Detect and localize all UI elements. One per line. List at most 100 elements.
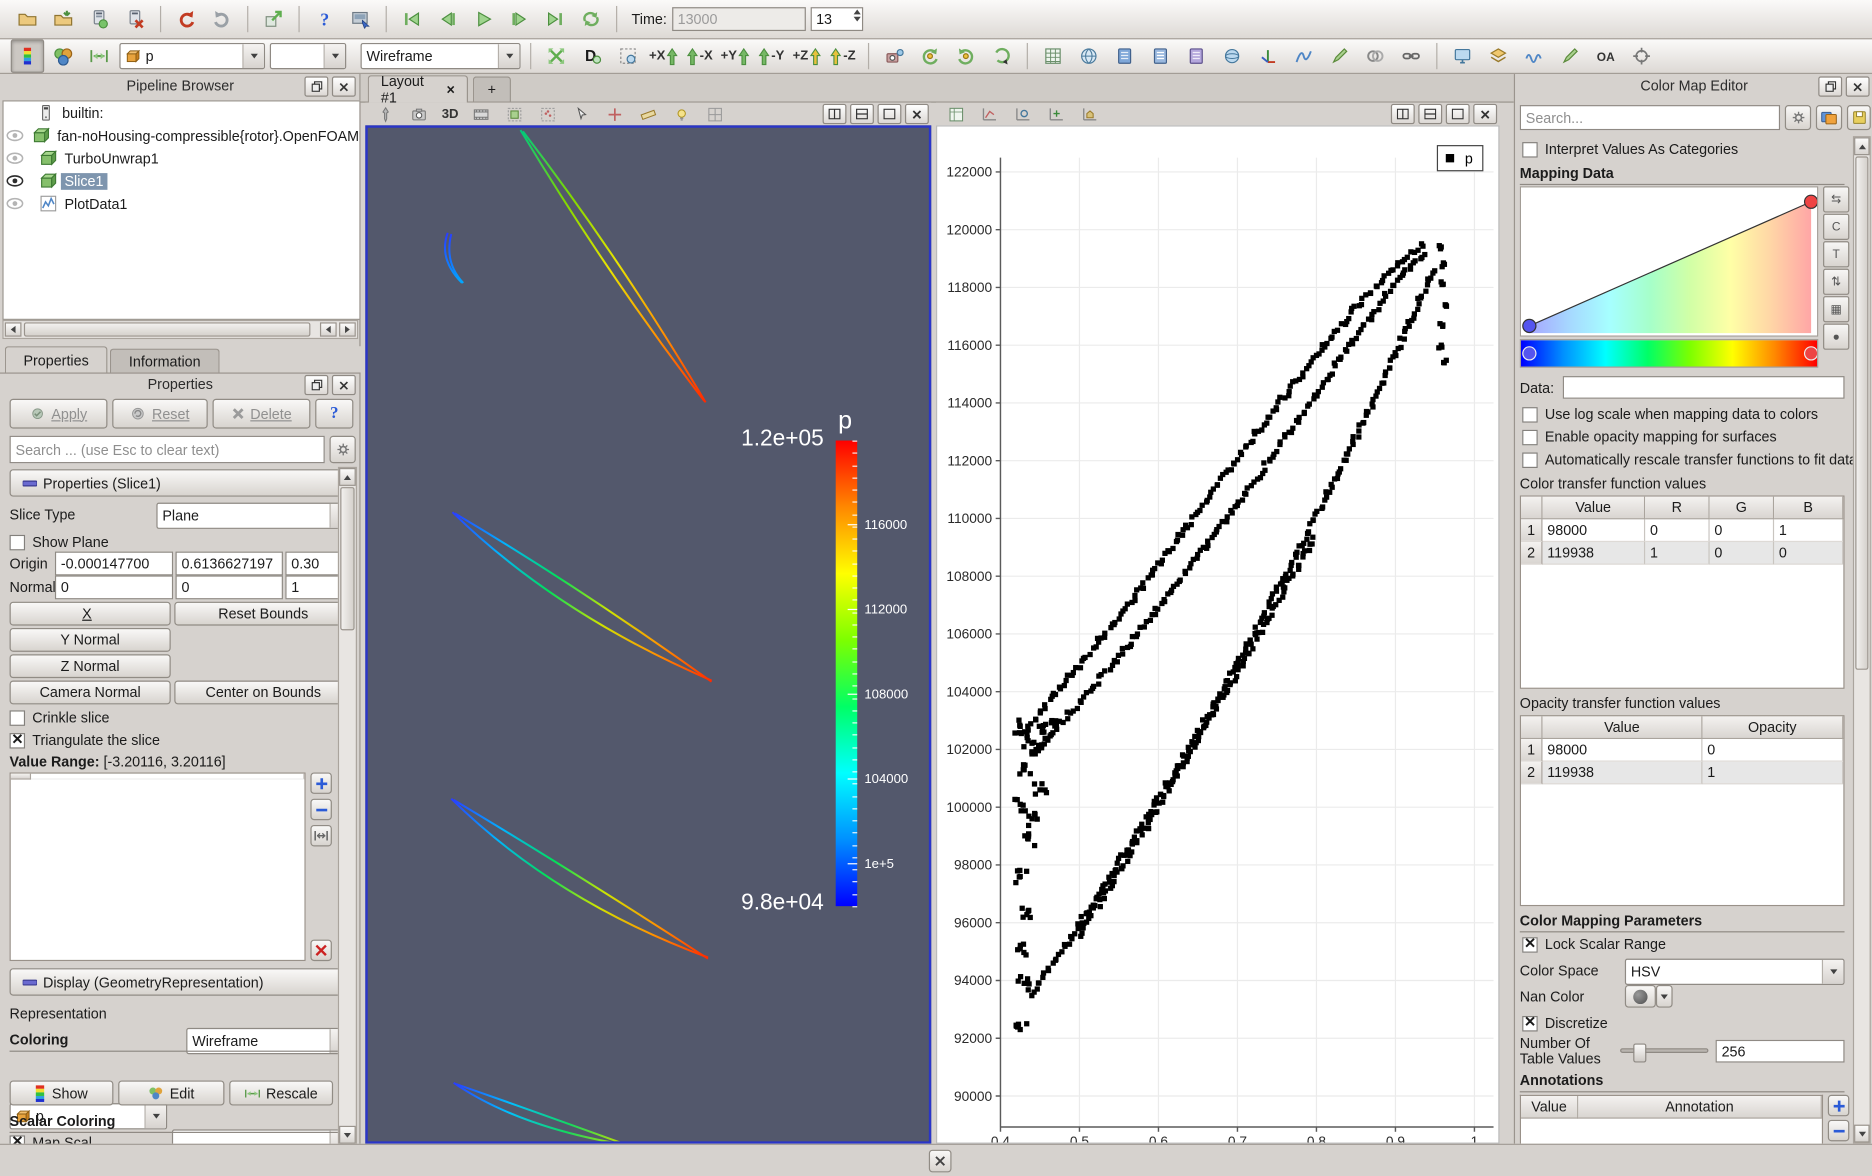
- undock-panel-button[interactable]: [304, 76, 328, 96]
- close-panel-button[interactable]: [332, 76, 356, 96]
- color-gradient-bar[interactable]: [1520, 339, 1818, 368]
- transfer-function-node[interactable]: [1805, 195, 1818, 208]
- connect-button[interactable]: [82, 2, 115, 35]
- book-panel-button-2[interactable]: [1144, 39, 1177, 72]
- column-header[interactable]: Opacity: [1702, 716, 1843, 739]
- table-cell[interactable]: 119938: [1542, 542, 1645, 565]
- pencil-button[interactable]: [1323, 39, 1356, 72]
- view3d-tool-4-button[interactable]: [567, 100, 596, 129]
- undo-button[interactable]: [170, 2, 203, 35]
- column-header[interactable]: Annotation: [1578, 1096, 1822, 1119]
- reset-button[interactable]: Reset: [112, 399, 208, 429]
- load-state-button[interactable]: [257, 2, 290, 35]
- view-minus-x-button[interactable]: -X: [683, 39, 716, 72]
- remove-annotation-button[interactable]: [1828, 1120, 1849, 1141]
- table-row[interactable]: 1980000: [1521, 739, 1843, 762]
- transfer-function-node[interactable]: [1523, 319, 1536, 332]
- table-cell[interactable]: 2: [1521, 762, 1542, 785]
- properties-scrollbar[interactable]: [338, 467, 357, 1144]
- link-button[interactable]: [1394, 39, 1427, 72]
- view3d-tool-1-button[interactable]: [467, 100, 496, 129]
- zoom-to-box-button[interactable]: [611, 39, 644, 72]
- choose-preset-side-button[interactable]: ▦: [1823, 296, 1849, 322]
- oa-button[interactable]: OA: [1589, 39, 1622, 72]
- save-data-button[interactable]: [47, 2, 80, 35]
- close-view-button[interactable]: [1473, 104, 1497, 124]
- view3d-tool-2-button[interactable]: [500, 100, 529, 129]
- edit-color-map-button[interactable]: [47, 39, 80, 72]
- tab-layout-1[interactable]: Layout #1×: [368, 75, 468, 102]
- cme-scrollbar[interactable]: [1853, 136, 1871, 1144]
- color-transfer-table[interactable]: ValueRGB1980000012119938100: [1520, 495, 1845, 688]
- capture-view-button[interactable]: [405, 100, 434, 129]
- globe-button[interactable]: [1072, 39, 1105, 72]
- table-cell[interactable]: 0: [1702, 739, 1843, 762]
- opacity-transfer-table[interactable]: ValueOpacity198000021199381: [1520, 715, 1845, 906]
- transfer-function-editor[interactable]: [1520, 186, 1818, 336]
- wave-button[interactable]: [1517, 39, 1550, 72]
- lock-scalar-range-checkbox[interactable]: Lock Scalar Range: [1522, 936, 1666, 953]
- close-properties-button[interactable]: [332, 375, 356, 395]
- rescale-to-custom-range-button[interactable]: C: [1823, 214, 1849, 240]
- slice-values-list[interactable]: [10, 772, 306, 961]
- table-row[interactable]: 198000001: [1521, 519, 1843, 542]
- pin-view-button[interactable]: [371, 100, 400, 129]
- table-cell[interactable]: 0: [1645, 519, 1709, 542]
- pipeline-item-fan-nohousing-compressible-rotor-openfoam[interactable]: fan-noHousing-compressible{rotor}.OpenFO…: [4, 124, 360, 147]
- camera-normal-button[interactable]: Camera Normal: [10, 681, 171, 705]
- y-normal-button[interactable]: Y Normal: [10, 628, 171, 652]
- table-cell[interactable]: 1: [1774, 519, 1843, 542]
- table-row[interactable]: 21199381: [1521, 762, 1843, 785]
- origin-y-field[interactable]: 0.6136627197: [175, 552, 282, 576]
- split-vertical-button[interactable]: [850, 104, 874, 124]
- table-values-field[interactable]: 256: [1716, 1040, 1845, 1063]
- frame-spinbox[interactable]: 13: [810, 7, 863, 31]
- origin-x-field[interactable]: -0.000147700: [55, 552, 173, 576]
- spreadsheet-view-button[interactable]: [1036, 39, 1069, 72]
- view3d-tool-6-button[interactable]: [634, 100, 663, 129]
- log-scale-checkbox[interactable]: Use log scale when mapping data to color…: [1522, 406, 1818, 423]
- axes-grid-button[interactable]: [1251, 39, 1284, 72]
- view-plusminus-x-button[interactable]: +X: [647, 39, 680, 72]
- rescale-to-temporal-range-button[interactable]: T: [1823, 241, 1849, 267]
- color-by-component-select[interactable]: [270, 43, 346, 69]
- edit-color-map-button-2[interactable]: Edit: [118, 1080, 224, 1105]
- z-normal-button[interactable]: Z Normal: [10, 654, 171, 678]
- scroll-left-button[interactable]: [5, 322, 22, 336]
- monitor-button[interactable]: [1446, 39, 1479, 72]
- add-annotation-button[interactable]: [1828, 1095, 1849, 1116]
- nan-color-dropdown[interactable]: [1656, 985, 1673, 1008]
- delete-button[interactable]: Delete: [213, 399, 311, 429]
- split-horizontal-button[interactable]: [1391, 104, 1415, 124]
- scroll-left-button-2[interactable]: [320, 322, 337, 336]
- pipeline-item-turbounwrap1[interactable]: TurboUnwrap1: [4, 147, 360, 170]
- scroll-up-button[interactable]: [1854, 137, 1870, 155]
- curves-button[interactable]: [1287, 39, 1320, 72]
- crinkle-slice-checkbox[interactable]: Crinkle slice: [10, 709, 110, 726]
- show-legend-button[interactable]: Show: [10, 1080, 114, 1105]
- chart-tool-4-button[interactable]: [1042, 100, 1071, 129]
- rotate-90-ccw-button[interactable]: [913, 39, 946, 72]
- table-cell[interactable]: 1: [1645, 542, 1709, 565]
- data-value-field[interactable]: [1563, 376, 1845, 399]
- scroll-up-button[interactable]: [339, 468, 356, 486]
- remove-value-button[interactable]: [310, 799, 331, 820]
- table-row[interactable]: 2119938100: [1521, 542, 1843, 565]
- open-file-button[interactable]: [11, 2, 44, 35]
- show-plane-checkbox[interactable]: Show Plane: [10, 534, 109, 551]
- table-cell[interactable]: 1: [1521, 739, 1542, 762]
- center-on-bounds-button[interactable]: Center on Bounds: [174, 681, 352, 705]
- reset-bounds-button[interactable]: Reset Bounds: [174, 602, 352, 626]
- range-fill-button[interactable]: [310, 825, 331, 846]
- reset-camera-button[interactable]: [540, 39, 573, 72]
- column-header[interactable]: R: [1645, 497, 1709, 520]
- first-frame-button[interactable]: [395, 2, 428, 35]
- zoom-to-data-button[interactable]: D: [575, 39, 608, 72]
- chart-legend[interactable]: p: [1437, 146, 1482, 171]
- reset-rotation-button[interactable]: [985, 39, 1018, 72]
- normal-x-field[interactable]: 0: [55, 575, 173, 599]
- scroll-thumb[interactable]: [1855, 156, 1868, 669]
- tab-properties[interactable]: Properties: [5, 346, 108, 373]
- book-panel-button-1[interactable]: [1108, 39, 1141, 72]
- close-view-button[interactable]: [905, 104, 929, 124]
